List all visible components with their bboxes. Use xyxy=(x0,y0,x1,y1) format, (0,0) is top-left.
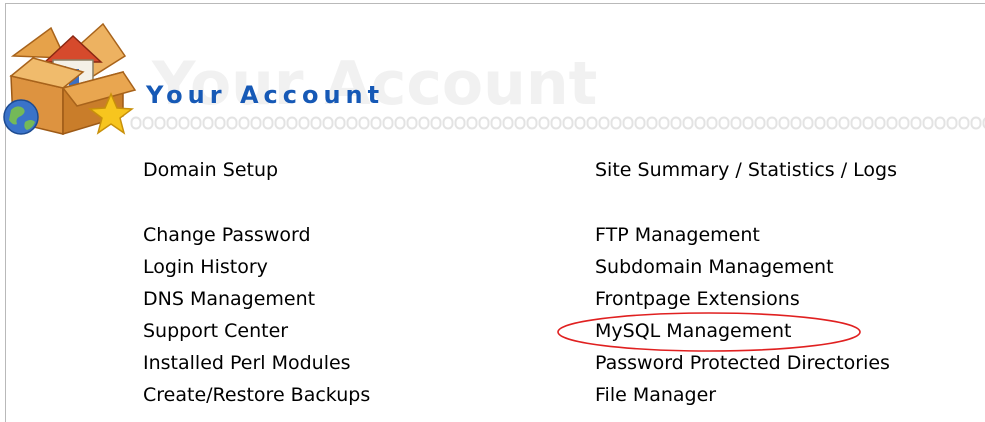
menu-link-domain-setup[interactable]: Domain Setup xyxy=(143,161,278,180)
account-menu: Domain Setup Change Password Login Histo… xyxy=(0,0,985,422)
menu-link-installed-perl-modules[interactable]: Installed Perl Modules xyxy=(143,354,351,373)
menu-link-frontpage-extensions[interactable]: Frontpage Extensions xyxy=(595,290,800,309)
mysql-highlight-ellipse xyxy=(557,312,861,352)
menu-link-change-password[interactable]: Change Password xyxy=(143,226,311,245)
menu-link-site-summary-statistics-logs[interactable]: Site Summary / Statistics / Logs xyxy=(595,161,897,180)
menu-link-file-manager[interactable]: File Manager xyxy=(595,386,716,405)
menu-link-subdomain-management[interactable]: Subdomain Management xyxy=(595,258,834,277)
menu-link-create-restore-backups[interactable]: Create/Restore Backups xyxy=(143,386,370,405)
menu-link-login-history[interactable]: Login History xyxy=(143,258,268,277)
menu-link-ftp-management[interactable]: FTP Management xyxy=(595,226,760,245)
menu-link-password-protected-directories[interactable]: Password Protected Directories xyxy=(595,354,890,373)
menu-link-dns-management[interactable]: DNS Management xyxy=(143,290,315,309)
menu-link-support-center[interactable]: Support Center xyxy=(143,322,288,341)
